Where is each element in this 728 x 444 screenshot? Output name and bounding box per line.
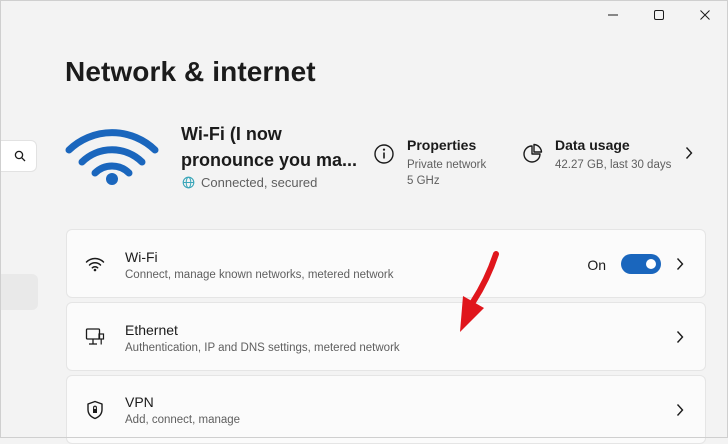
connection-status: Connected, secured xyxy=(182,175,317,190)
search-icon xyxy=(14,150,26,162)
minimize-icon xyxy=(608,14,618,16)
data-usage-amount: 42.27 GB, last 30 days xyxy=(555,159,672,171)
list-item-ethernet[interactable]: Ethernet Authentication, IP and DNS sett… xyxy=(66,302,706,371)
pie-chart-icon xyxy=(523,143,543,163)
properties-link[interactable]: Properties Private network 5 GHz xyxy=(373,136,486,189)
settings-search-box[interactable] xyxy=(0,140,37,172)
network-profile: Private network xyxy=(407,159,487,171)
shield-icon xyxy=(84,399,106,421)
chevron-right-icon xyxy=(676,330,684,343)
wifi-toggle-label: On xyxy=(587,257,606,273)
data-usage-title: Data usage xyxy=(555,137,630,153)
maximize-icon xyxy=(654,10,664,20)
properties-title: Properties xyxy=(407,137,477,153)
nav-item-selected[interactable] xyxy=(0,274,38,310)
toggle-knob xyxy=(646,259,656,269)
connection-status-text: Connected, secured xyxy=(201,175,318,190)
wifi-title: Wi-Fi xyxy=(125,249,158,265)
ethernet-subtitle: Authentication, IP and DNS settings, met… xyxy=(125,342,400,354)
network-name: Wi-Fi (I now pronounce you ma... xyxy=(181,124,358,170)
vpn-subtitle: Add, connect, manage xyxy=(125,414,241,426)
annotation-arrow-icon xyxy=(460,251,499,332)
wifi-toggle[interactable] xyxy=(621,254,661,274)
page-title: Network & internet xyxy=(65,56,316,87)
wifi-subtitle: Connect, manage known networks, metered … xyxy=(125,269,394,281)
minimize-button[interactable] xyxy=(590,0,636,30)
ethernet-title: Ethernet xyxy=(125,322,178,338)
data-usage-link[interactable]: Data usage 42.27 GB, last 30 days xyxy=(521,136,671,173)
chevron-right-icon xyxy=(676,404,684,416)
close-button[interactable] xyxy=(682,0,728,30)
globe-icon xyxy=(182,176,195,189)
caption-buttons xyxy=(590,0,728,30)
info-icon xyxy=(374,144,394,164)
list-item-vpn[interactable]: VPN Add, connect, manage xyxy=(66,375,706,444)
list-item-wifi[interactable]: Wi-Fi Connect, manage known networks, me… xyxy=(66,229,706,298)
wifi-status-icon xyxy=(65,129,159,185)
chevron-right-icon[interactable] xyxy=(684,146,694,160)
chevron-right-icon xyxy=(676,257,684,270)
ethernet-icon xyxy=(84,326,106,348)
network-band: 5 GHz xyxy=(407,175,440,187)
wifi-icon xyxy=(84,253,106,275)
maximize-button[interactable] xyxy=(636,0,682,30)
vpn-title: VPN xyxy=(125,394,154,410)
close-icon xyxy=(700,10,710,20)
